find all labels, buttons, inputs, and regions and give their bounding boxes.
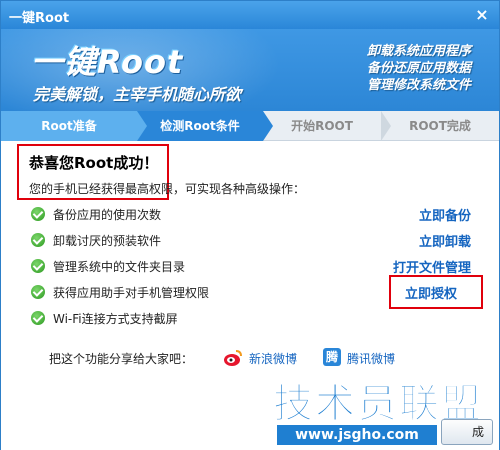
list-item-backup: 备份应用的使用次数 立即备份 <box>31 204 471 224</box>
item-label: 获得应用助手对手机管理权限 <box>53 286 210 300</box>
authorize-highlight <box>389 275 483 309</box>
tencent-weibo-icon[interactable]: 腾 <box>323 348 341 366</box>
finish-button[interactable]: 成 <box>441 419 493 445</box>
check-icon <box>31 233 45 247</box>
list-item-file-manager: 管理系统中的文件夹目录 打开文件管理 <box>31 256 471 276</box>
step-arrow <box>137 111 147 141</box>
step-root-prepare: Root准备 <box>1 111 137 141</box>
item-label: 管理系统中的文件夹目录 <box>53 260 186 274</box>
uninstall-now-link[interactable]: 立即卸载 <box>419 231 471 250</box>
app-slogan: 完美解锁，主宰手机随心所欲 <box>33 85 242 104</box>
check-icon <box>31 285 45 299</box>
list-item-uninstall: 卸载讨厌的预装软件 立即卸载 <box>31 230 471 250</box>
feature-item: 卸载系统应用程序 <box>366 44 471 59</box>
item-label: 备份应用的使用次数 <box>53 208 162 222</box>
share-prompt: 把这个功能分享给大家吧： <box>49 352 194 366</box>
check-icon <box>31 207 45 221</box>
list-item-wifi-screenshot: Wi-Fi连接方式支持截屏 <box>31 308 471 328</box>
step-bar: Root准备 检测Root条件 开始ROOT ROOT完成 <box>1 111 499 141</box>
weibo-icon[interactable] <box>223 349 243 367</box>
check-icon <box>31 259 45 273</box>
title-bar: 一键Root × <box>1 1 499 29</box>
watermark-url: www.jsgho.com <box>277 425 437 445</box>
congrats-subtext: 您的手机已经获得最高权限，可实现各种高级操作： <box>29 182 306 196</box>
item-label: Wi-Fi连接方式支持截屏 <box>53 312 178 326</box>
feature-item: 管理修改系统文件 <box>366 78 471 93</box>
congrats-heading: 恭喜您Root成功！ <box>29 154 159 172</box>
step-arrow <box>263 111 273 141</box>
step-check-conditions: 检测Root条件 <box>137 111 263 141</box>
share-weibo-link[interactable]: 新浪微博 <box>249 350 297 367</box>
item-label: 卸载讨厌的预装软件 <box>53 234 162 248</box>
window-title: 一键Root <box>9 11 70 26</box>
feature-list: 卸载系统应用程序 备份还原应用数据 管理修改系统文件 <box>367 43 471 94</box>
check-icon <box>31 311 45 325</box>
step-start-root: 开始ROOT <box>291 119 353 133</box>
app-logo: 一键Root <box>31 43 184 81</box>
step-root-complete: ROOT完成 <box>409 119 471 133</box>
backup-now-link[interactable]: 立即备份 <box>419 205 471 224</box>
feature-item: 备份还原应用数据 <box>366 61 471 76</box>
root-window: 一键Root × 一键Root 完美解锁，主宰手机随心所欲 卸载系统应用程序 备… <box>0 0 500 450</box>
banner: 一键Root 完美解锁，主宰手机随心所欲 卸载系统应用程序 备份还原应用数据 管… <box>1 29 499 111</box>
close-button[interactable]: × <box>473 6 491 24</box>
open-file-manager-link[interactable]: 打开文件管理 <box>393 257 471 276</box>
share-tencent-link[interactable]: 腾讯微博 <box>347 350 395 367</box>
step-arrow <box>381 111 391 141</box>
